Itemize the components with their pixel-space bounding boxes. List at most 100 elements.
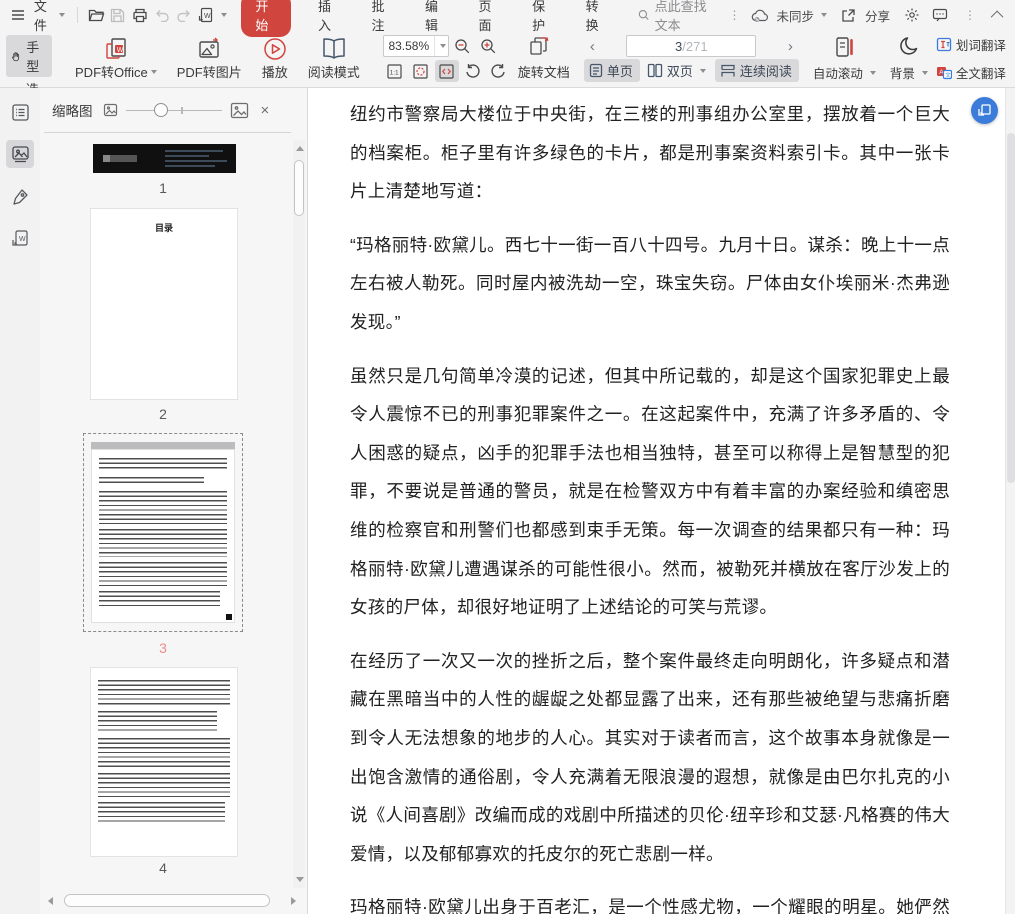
rotate-right-button[interactable] [487, 60, 511, 82]
read-mode-button[interactable]: 阅读模式 [299, 35, 369, 82]
actual-size-button[interactable]: 1:1 [383, 60, 407, 82]
zoom-level-select[interactable]: 83.58% [382, 35, 449, 57]
gear-icon[interactable] [900, 4, 924, 26]
fit-width-button[interactable] [434, 60, 459, 82]
thumbnail-page-3-selected[interactable] [83, 433, 243, 632]
rotate-left-button[interactable] [461, 60, 485, 82]
tab-protect[interactable]: 保护 [517, 0, 569, 34]
tab-annotate[interactable]: 批注 [356, 0, 408, 34]
sidebar-horizontal-scrollbar[interactable] [48, 894, 296, 908]
document-vertical-scrollbar[interactable] [1005, 88, 1015, 914]
thumbnail-page-4[interactable] [91, 668, 237, 856]
thumbnail-panel-icon[interactable] [6, 140, 34, 168]
export-word-panel-icon[interactable]: W [6, 224, 34, 252]
large-thumbnail-icon[interactable] [230, 102, 249, 119]
scroll-left-arrow[interactable] [48, 897, 53, 905]
play-icon [264, 38, 286, 60]
sync-status-label[interactable]: 未同步 [776, 6, 814, 25]
single-page-label: 单页 [606, 64, 633, 79]
share-icon[interactable] [837, 4, 861, 26]
hand-tool-button[interactable]: 手型 [6, 35, 53, 77]
cloud-sync-icon [748, 4, 772, 26]
tab-page[interactable]: 页面 [464, 0, 516, 34]
word-translate-button[interactable]: 划词翻译 [936, 35, 1006, 54]
svg-text:文: 文 [945, 71, 951, 79]
small-thumbnail-icon[interactable] [103, 103, 118, 117]
continuous-read-button[interactable]: 连续阅读 [714, 59, 799, 82]
pdf-to-image-button[interactable]: PDF转图片 [168, 35, 251, 82]
quick-convert-float-button[interactable] [971, 97, 998, 124]
background-button[interactable]: 背景 [890, 63, 928, 82]
export-doc-icon[interactable]: W [196, 4, 216, 26]
paragraph: 虽然只是几句简单冷漠的记述，但其中所记载的，却是这个国家犯罪史上最令人震惊不已的… [350, 365, 950, 618]
chevron-down-icon [439, 44, 446, 48]
share-label[interactable]: 分享 [865, 6, 890, 25]
search-box[interactable]: 点此查找文本 [638, 0, 718, 34]
scroll-down-arrow[interactable] [295, 877, 304, 882]
scrollbar-thumb[interactable] [64, 894, 270, 907]
document-view[interactable]: 纽约市警察局大楼位于中央街，在三楼的刑事组办公室里，摆放着一个巨大的档案柜。柜子… [308, 88, 1005, 914]
read-mode-label: 阅读模式 [307, 65, 360, 80]
sidebar-vertical-scrollbar[interactable] [293, 140, 305, 888]
page-number-label: 1 [159, 180, 167, 196]
word-translate-icon [936, 37, 952, 52]
tool-mode-group: 手型 选择 [6, 35, 53, 116]
redo-icon[interactable] [174, 4, 194, 26]
close-panel-icon[interactable]: × [261, 102, 270, 119]
search-more-icon[interactable]: ⋮ [720, 8, 748, 22]
double-page-button[interactable]: 双页 [642, 59, 713, 82]
page-number-label: 2 [159, 406, 167, 422]
page-number-input[interactable]: 3/271 [626, 35, 757, 57]
auto-scroll-button[interactable]: 自动滚动 [813, 63, 876, 82]
thumbnail-page-2[interactable]: 目录 [91, 209, 237, 399]
open-file-icon[interactable] [86, 4, 106, 26]
rotate-document-button[interactable]: 旋转文档 [518, 62, 570, 81]
auto-scroll-label: 自动滚动 [812, 67, 863, 81]
continuous-read-label: 连续阅读 [739, 64, 792, 79]
scrollbar-thumb[interactable] [1007, 133, 1015, 483]
more-options-icon[interactable]: ⋮ [956, 8, 984, 22]
annotation-panel-icon[interactable] [6, 182, 34, 210]
book-icon [323, 38, 345, 59]
side-panel-strip: W [0, 88, 40, 914]
prev-page-button[interactable]: ‹ [584, 39, 601, 54]
hamburger-menu-icon[interactable] [8, 4, 28, 26]
tab-edit[interactable]: 编辑 [410, 0, 462, 34]
undo-icon[interactable] [152, 4, 172, 26]
search-icon [638, 10, 649, 20]
collapse-toolbar-icon[interactable] [990, 10, 1004, 23]
print-icon[interactable] [130, 4, 150, 26]
save-icon[interactable] [108, 4, 128, 26]
full-translate-button[interactable]: A文 全文翻译 [936, 63, 1006, 82]
full-translate-label: 全文翻译 [955, 67, 1006, 81]
fit-page-button[interactable] [409, 60, 433, 82]
scroll-up-arrow[interactable] [295, 146, 304, 151]
thumbnail-size-slider[interactable] [125, 103, 222, 117]
tab-convert[interactable]: 转换 [571, 0, 623, 34]
thumbnail-page-1[interactable] [93, 144, 236, 173]
outline-panel-icon[interactable] [6, 98, 34, 126]
play-button[interactable]: 播放 [253, 35, 297, 82]
hand-tool-label: 手型 [26, 40, 40, 74]
svg-text:W: W [117, 47, 124, 54]
scroll-right-arrow[interactable] [291, 897, 296, 905]
zoom-in-button[interactable] [477, 35, 501, 57]
current-page: 3 [675, 38, 683, 54]
feedback-icon[interactable] [928, 4, 952, 26]
page-number-label-selected: 3 [159, 640, 167, 656]
chevron-down-icon[interactable] [221, 13, 228, 17]
paragraph: 玛格丽特·欧黛儿出身于百老汇，是一个性感尤物，一个耀眼的明星。她俨然是这个虚幻的… [350, 897, 950, 914]
toc-title: 目录 [154, 223, 173, 233]
file-menu[interactable]: 文件 [30, 0, 69, 34]
paragraph: “玛格丽特·欧黛儿。西七十一街一百八十四号。九月十日。谋杀：晚上十一点左右被人勒… [350, 234, 950, 332]
pdf-to-office-button[interactable]: W PDF转Office [66, 35, 166, 82]
single-page-button[interactable]: 单页 [583, 59, 640, 82]
next-page-button[interactable]: › [782, 39, 799, 54]
zoom-out-button[interactable] [451, 35, 475, 57]
slider-handle[interactable] [154, 103, 169, 117]
auto-scroll-group: 自动滚动 [813, 35, 876, 82]
tab-insert[interactable]: 插入 [303, 0, 355, 34]
rotate-document-label: 旋转文档 [517, 64, 570, 80]
chevron-down-icon[interactable] [820, 13, 827, 17]
scrollbar-thumb[interactable] [294, 160, 304, 216]
